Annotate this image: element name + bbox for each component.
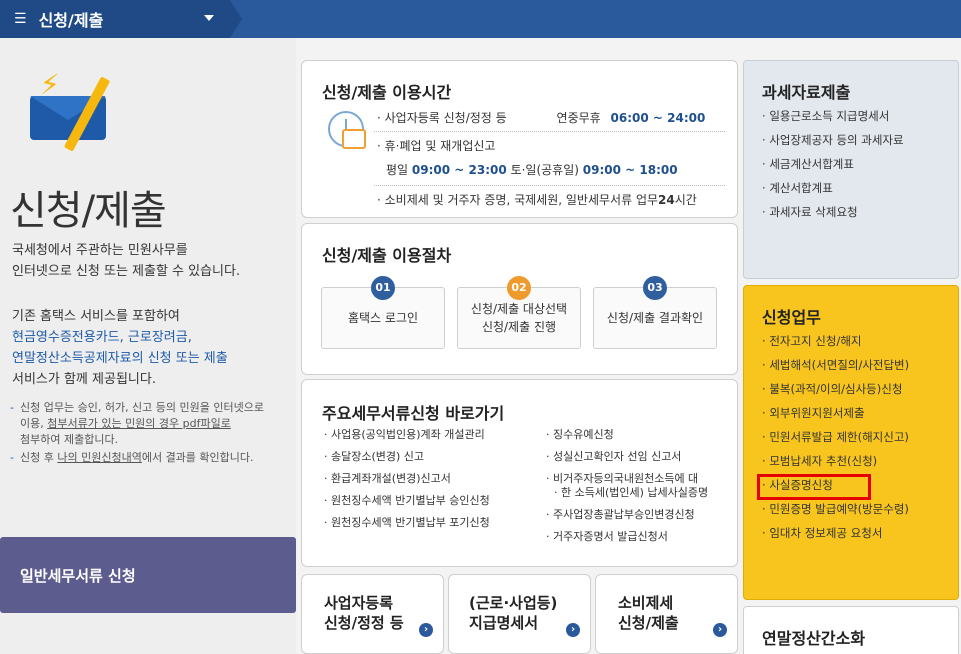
quick-link[interactable]: 원천징수세액 반기별납부 포기신청 xyxy=(324,516,490,538)
quick-links-right: 징수유예신청 성실신고확인자 선임 신고서 비거주자등의국내원천소득에 대 한 … xyxy=(546,428,708,552)
tax-data-link[interactable]: 계산서합계표 xyxy=(762,181,904,205)
hours-row: · 사업자등록 신청/정정 등 연중무휴 06:00 ~ 24:00 xyxy=(377,111,706,125)
tax-data-link[interactable]: 일용근로소득 지급명세서 xyxy=(762,109,904,133)
quick-link[interactable]: 거주자증명서 발급신청서 xyxy=(546,530,708,552)
envelope-icon: ⚡ xyxy=(30,68,111,152)
quick-link[interactable]: 비거주자등의국내원천소득에 대 xyxy=(546,472,708,486)
hours-row: · 휴·폐업 및 재개업신고 xyxy=(377,139,496,153)
year-end-settlement-title: 연말정산간소화 xyxy=(762,629,866,648)
intro-description: 국세청에서 주관하는 민원사무를 인터넷으로 신청 또는 제출할 수 있습니다. xyxy=(12,243,241,279)
general-tax-document-button[interactable]: 일반세무서류 신청 xyxy=(0,537,296,613)
task-link[interactable]: 외부위원지원서제출 xyxy=(762,406,909,430)
step-2[interactable]: 02 신청/제출 대상선택 신청/제출 진행 xyxy=(457,276,581,349)
menu-title: 신청/제출 xyxy=(38,11,104,30)
procedure-title: 신청/제출 이용절차 xyxy=(322,246,452,265)
quick-links-card: 주요세무서류신청 바로가기 사업용(공익법인용)계좌 개설관리 송달장소(변경)… xyxy=(301,379,738,567)
tax-data-title: 과세자료제출 xyxy=(762,83,851,102)
breadcrumb-arrow xyxy=(230,0,242,38)
task-link[interactable]: 불복(과적/이의/심사등)신청 xyxy=(762,382,909,406)
arrow-right-icon: › xyxy=(419,623,433,637)
quick-link[interactable]: 성실신고확인자 선임 신고서 xyxy=(546,450,708,472)
tax-data-link[interactable]: 과세자료 삭제요청 xyxy=(762,205,904,229)
quick-links-left: 사업용(공익법인용)계좌 개설관리 송달장소(변경) 신고 환급계좌개설(변경)… xyxy=(324,428,490,538)
note-item: 신청 후 나의 민원신청내역에서 결과를 확인합니다. xyxy=(10,450,280,466)
quick-link[interactable]: 주사업장총괄납부승인변경신청 xyxy=(546,508,708,530)
payment-statement-button[interactable]: (근로·사업등) 지급명세서 › xyxy=(448,574,591,654)
menu-dropdown[interactable]: ☰ 신청/제출 xyxy=(0,0,242,38)
step-1[interactable]: 01 홈택스 로그인 xyxy=(321,276,445,349)
application-tasks-title: 신청업무 xyxy=(762,308,821,327)
highlight-box xyxy=(757,474,871,500)
quick-link[interactable]: 사업용(공익법인용)계좌 개설관리 xyxy=(324,428,490,450)
quick-links-title: 주요세무서류신청 바로가기 xyxy=(322,404,505,423)
quick-link[interactable]: 원천징수세액 반기별납부 승인신청 xyxy=(324,494,490,516)
hours-row: · 소비제세 및 거주자 증명, 국제세원, 일반세무서류 업무24시간 xyxy=(377,193,697,207)
task-link[interactable]: 임대차 정보제공 요청서 xyxy=(762,526,909,550)
quick-link[interactable]: 송달장소(변경) 신고 xyxy=(324,450,490,472)
task-link[interactable]: 세법해석(서면질의/사전답변) xyxy=(762,358,909,382)
task-link[interactable]: 전자고지 신청/해지 xyxy=(762,334,909,358)
menu-icon: ☰ xyxy=(14,11,27,27)
arrow-right-icon: › xyxy=(566,623,580,637)
quick-link[interactable]: 한 소득세(법인세) 납세사실증명 xyxy=(546,486,708,508)
year-end-settlement-panel[interactable]: 연말정산간소화 xyxy=(743,606,959,654)
my-requests-link[interactable]: 나의 민원신청내역 xyxy=(57,451,141,464)
quick-link[interactable]: 징수유예신청 xyxy=(546,428,708,450)
tax-data-link[interactable]: 세금계산서합계표 xyxy=(762,157,904,181)
application-tasks-panel: 신청업무 전자고지 신청/해지 세법해석(서면질의/사전답변) 불복(과적/이의… xyxy=(743,285,959,600)
tax-data-submission-panel: 과세자료제출 일용근로소득 지급명세서 사업장제공자 등의 과세자료 세금계산서… xyxy=(743,60,959,279)
consumption-tax-button[interactable]: 소비제세 신청/제출 › xyxy=(595,574,738,654)
application-tasks-list: 전자고지 신청/해지 세법해석(서면질의/사전답변) 불복(과적/이의/심사등)… xyxy=(762,334,909,550)
tax-data-link[interactable]: 사업장제공자 등의 과세자료 xyxy=(762,133,903,157)
chevron-down-icon xyxy=(204,15,214,21)
step-3[interactable]: 03 신청/제출 결과확인 xyxy=(593,276,717,349)
arrow-right-icon: › xyxy=(713,623,727,637)
task-link[interactable]: 민원증명 발급예약(방문수령) xyxy=(762,502,909,526)
usage-hours-card: 신청/제출 이용시간 · 사업자등록 신청/정정 등 연중무휴 06:00 ~ … xyxy=(301,60,738,218)
hours-row: 평일 09:00 ~ 23:00 토·일(공휴일) 09:00 ~ 18:00 xyxy=(386,163,678,177)
task-link[interactable]: 민원서류발급 제한(해지신고) xyxy=(762,430,909,454)
calendar-icon xyxy=(342,129,366,149)
notes-list: 신청 업무는 승인, 허가, 신고 등의 민원을 인터넷으로 이용, 첨부서류가… xyxy=(10,400,280,468)
usage-hours-title: 신청/제출 이용시간 xyxy=(322,83,452,102)
service-description: 기존 홈택스 서비스를 포함하여 현금영수증전용카드, 근로장려금, 연말정산소… xyxy=(12,309,228,387)
tax-data-list: 일용근로소득 지급명세서 사업장제공자 등의 과세자료 세금계산서합계표 계산서… xyxy=(762,109,904,229)
page-title: 신청/제출 xyxy=(10,188,167,234)
top-nav-bar: ☰ 신청/제출 xyxy=(0,0,961,38)
business-registration-button[interactable]: 사업자등록 신청/정정 등 › xyxy=(301,574,444,654)
procedure-card: 신청/제출 이용절차 01 홈택스 로그인 02 신청/제출 대상선택 신청/제출… xyxy=(301,223,738,375)
note-item: 신청 업무는 승인, 허가, 신고 등의 민원을 인터넷으로 이용, 첨부서류가… xyxy=(10,400,280,448)
quick-link[interactable]: 환급계좌개설(변경)신고서 xyxy=(324,472,490,494)
